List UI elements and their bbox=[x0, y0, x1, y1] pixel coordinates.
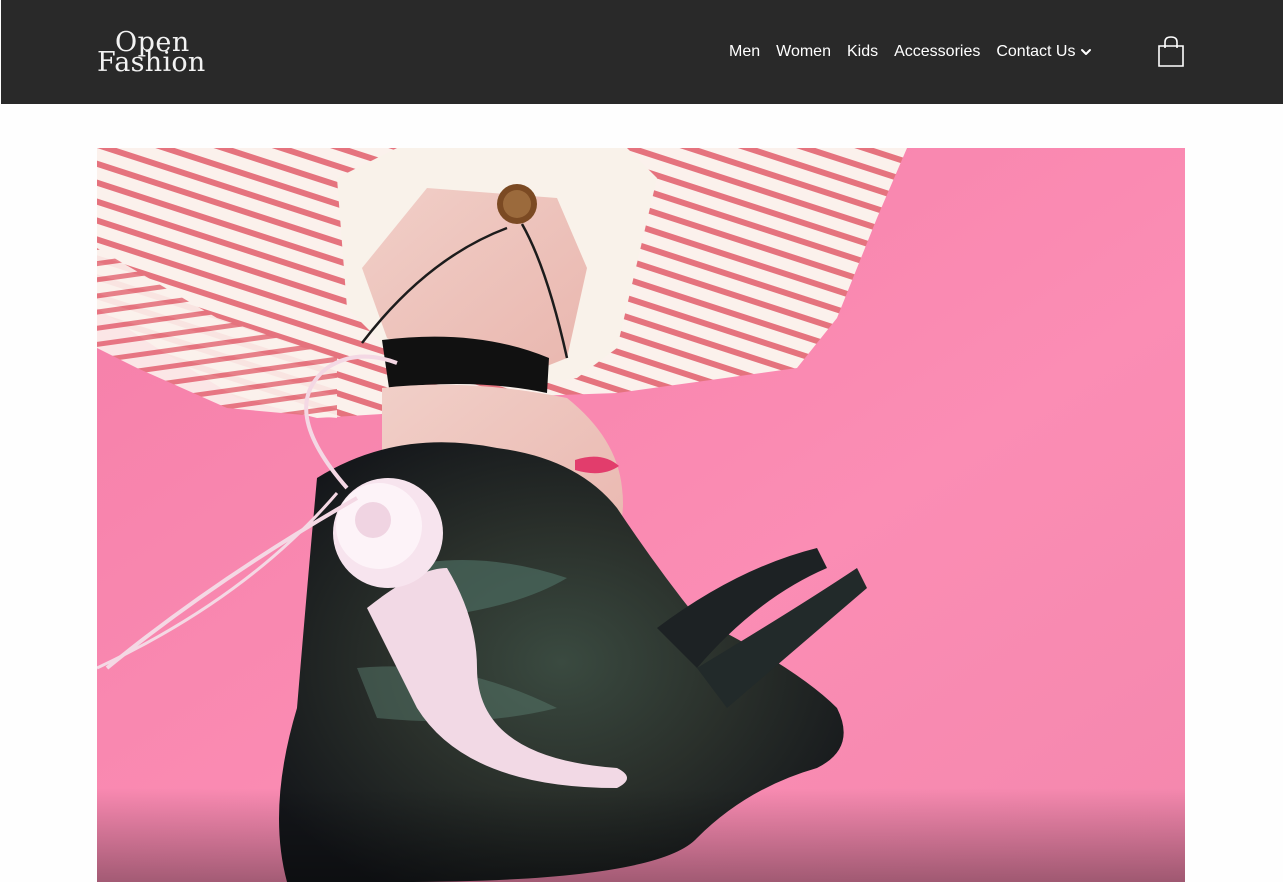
nav-item-contact-us[interactable]: Contact Us bbox=[996, 43, 1092, 61]
nav-item-label: Accessories bbox=[894, 43, 981, 60]
chevron-down-icon bbox=[1081, 49, 1092, 55]
nav-item-label: Contact Us bbox=[996, 43, 1076, 60]
hero-photo bbox=[97, 148, 1185, 882]
nav-item-women[interactable]: Women bbox=[776, 43, 831, 61]
nav-item-label: Women bbox=[776, 43, 831, 60]
cart-button[interactable] bbox=[1157, 36, 1185, 68]
main-nav: Men Women Kids Accessories Contact Us bbox=[729, 40, 1092, 64]
brand-logo[interactable]: Open Fashion bbox=[97, 29, 213, 79]
page: Open Fashion Men Women Kids Accessories … bbox=[0, 0, 1283, 882]
hero-image bbox=[97, 148, 1185, 882]
nav-item-accessories[interactable]: Accessories bbox=[894, 43, 980, 61]
site-header: Open Fashion Men Women Kids Accessories … bbox=[1, 0, 1283, 104]
nav-item-men[interactable]: Men bbox=[729, 43, 760, 61]
logo-line-2: Fashion bbox=[97, 47, 206, 78]
nav-item-label: Men bbox=[729, 43, 761, 60]
nav-item-kids[interactable]: Kids bbox=[847, 43, 878, 61]
nav-item-label: Kids bbox=[846, 43, 879, 60]
shopping-bag-icon bbox=[1158, 36, 1184, 67]
